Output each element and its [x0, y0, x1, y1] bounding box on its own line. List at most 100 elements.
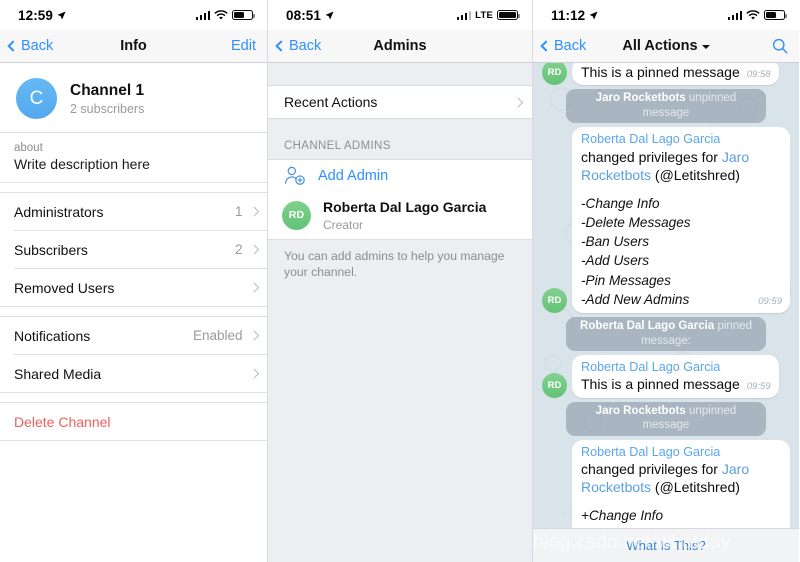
privilege-item: -Pin Messages	[581, 272, 671, 288]
chevron-right-icon	[249, 368, 259, 379]
wifi-icon	[746, 9, 760, 20]
signal-bars-icon	[195, 10, 210, 20]
admin-list-item[interactable]: RD Roberta Dal Lago Garcia Creator	[268, 192, 532, 239]
privilege-item: -Delete Messages	[581, 214, 691, 230]
message-bubble[interactable]: Roberta Dal Lago Garcia This is a pinned…	[572, 355, 779, 398]
row-removed-users[interactable]: Removed Users	[0, 269, 267, 306]
avatar: RD	[542, 288, 567, 314]
status-icons-2: LTE	[456, 9, 521, 21]
carrier-label: LTE	[475, 9, 493, 21]
status-icons-3	[727, 9, 788, 21]
chat-messages: RD This is a pinned message 09:58 Jaro R…	[533, 63, 799, 562]
avatar: RD	[542, 372, 567, 398]
chat-message[interactable]: RD Roberta Dal Lago Garcia changed privi…	[542, 127, 790, 314]
message-text: This is a pinned message	[581, 376, 740, 393]
message-text: This is a pinned message	[581, 64, 740, 80]
spacer	[0, 393, 267, 402]
message-bubble[interactable]: This is a pinned message 09:58	[572, 63, 779, 86]
location-arrow-icon	[57, 10, 66, 19]
three-phone-screenshots: 12:59 Back Info Edit C Channel 1 2 subsc…	[0, 0, 800, 562]
admins-note: You can add admins to help you manage yo…	[284, 248, 505, 279]
message-handle: (@Letitshred)	[651, 167, 740, 184]
section-header-channel-admins: CHANNEL ADMINS	[284, 140, 391, 152]
status-time-text-3: 11:12	[551, 7, 586, 23]
chat-message[interactable]: RD This is a pinned message 09:58	[542, 63, 790, 86]
channel-header[interactable]: C Channel 1 2 subscribers	[0, 63, 267, 132]
privilege-item: -Ban Users	[581, 234, 649, 250]
chevron-right-icon	[513, 97, 523, 107]
service-message: Jaro Rocketbots unpinned message	[566, 89, 766, 124]
battery-icon-3	[764, 9, 788, 21]
chevron-right-icon	[249, 206, 259, 217]
status-bar-3: 11:12	[533, 0, 799, 30]
row-label: Shared Media	[14, 365, 102, 382]
privilege-item: +Change Info	[581, 507, 664, 523]
divider	[0, 440, 267, 441]
message-author: Roberta Dal Lago Garcia	[581, 444, 721, 459]
channel-avatar: C	[16, 78, 57, 119]
back-button-3[interactable]: Back	[540, 38, 586, 54]
add-admin-button[interactable]: Add Admin	[268, 160, 532, 192]
privilege-item-last-row: -Add New Admins 09:59	[581, 290, 782, 309]
info-body: C Channel 1 2 subscribers about Write de…	[0, 63, 267, 562]
about-label: about	[14, 142, 43, 154]
service-actor: Roberta Dal Lago Garcia	[580, 320, 715, 333]
battery-icon-1	[232, 9, 256, 21]
delete-channel-button[interactable]: Delete Channel	[0, 403, 267, 440]
service-actor: Jaro Rocketbots	[595, 404, 686, 417]
row-subscribers[interactable]: Subscribers 2	[0, 231, 267, 268]
row-administrators[interactable]: Administrators 1	[0, 193, 267, 230]
add-user-icon	[284, 166, 305, 185]
about-block[interactable]: about Write description here	[0, 133, 267, 182]
message-time: 09:58	[746, 69, 771, 80]
what-is-this-bar[interactable]: What Is This? https://blog.csdn.net/what…	[533, 528, 799, 562]
add-admin-label: Add Admin	[318, 168, 389, 184]
service-actor: Jaro Rocketbots	[595, 92, 686, 105]
row-value: Enabled	[192, 328, 243, 343]
bubble-line: This is a pinned message 09:59	[581, 375, 771, 393]
battery-icon-2	[497, 9, 521, 21]
row-recent-actions[interactable]: Recent Actions	[268, 86, 532, 118]
message-bubble[interactable]: Roberta Dal Lago Garcia changed privileg…	[572, 127, 790, 314]
row-shared-media[interactable]: Shared Media	[0, 355, 267, 392]
status-time-2: 08:51	[286, 8, 334, 23]
nav-bar-admins: Back Admins	[268, 30, 532, 63]
admins-body: Recent Actions CHANNEL ADMINS Add Admin	[268, 63, 532, 562]
chevron-right-icon	[249, 244, 259, 255]
nav-bar-info: Back Info Edit	[0, 30, 267, 63]
message-lead: changed privileges for	[581, 460, 722, 477]
row-notifications[interactable]: Notifications Enabled	[0, 317, 267, 354]
status-time-1: 12:59	[18, 8, 66, 23]
row-label: Notifications	[14, 327, 91, 344]
status-time-text-2: 08:51	[286, 7, 322, 23]
avatar: RD	[282, 200, 311, 230]
wifi-icon	[214, 9, 228, 20]
status-icons-1	[195, 9, 256, 21]
row-value: 1	[234, 204, 243, 219]
what-is-this-label[interactable]: What Is This?	[626, 538, 705, 553]
message-time: 09:59	[758, 296, 782, 307]
edit-button[interactable]: Edit	[231, 38, 256, 54]
chevron-left-icon	[540, 40, 552, 52]
phone-panel-all-actions: 11:12 Back All Actions RD This is a pinn…	[533, 0, 799, 562]
message-handle: (@Letitshred)	[651, 479, 740, 496]
row-label: Removed Users	[14, 279, 115, 296]
row-label: Subscribers	[14, 241, 88, 258]
chat-message[interactable]: RD Roberta Dal Lago Garcia This is a pin…	[542, 355, 790, 398]
chat-scroll-area[interactable]: RD This is a pinned message 09:58 Jaro R…	[533, 63, 799, 562]
chevron-left-icon	[275, 40, 287, 52]
nav-bar-all-actions: Back All Actions	[533, 30, 799, 63]
recent-actions-card: Recent Actions	[268, 85, 532, 119]
service-message: Roberta Dal Lago Garcia pinned message:	[566, 317, 766, 352]
search-button[interactable]	[772, 38, 788, 54]
status-time-3: 11:12	[551, 8, 598, 23]
back-button-1[interactable]: Back	[7, 38, 54, 54]
row-value: 2	[234, 242, 243, 257]
back-label-1: Back	[21, 38, 54, 54]
message-time: 09:59	[746, 381, 771, 393]
spacer	[0, 307, 267, 316]
delete-channel-label: Delete Channel	[14, 413, 111, 430]
admin-meta: Roberta Dal Lago Garcia Creator	[323, 199, 486, 232]
back-button-2[interactable]: Back	[275, 38, 321, 54]
privilege-item: -Add New Admins	[581, 292, 690, 307]
